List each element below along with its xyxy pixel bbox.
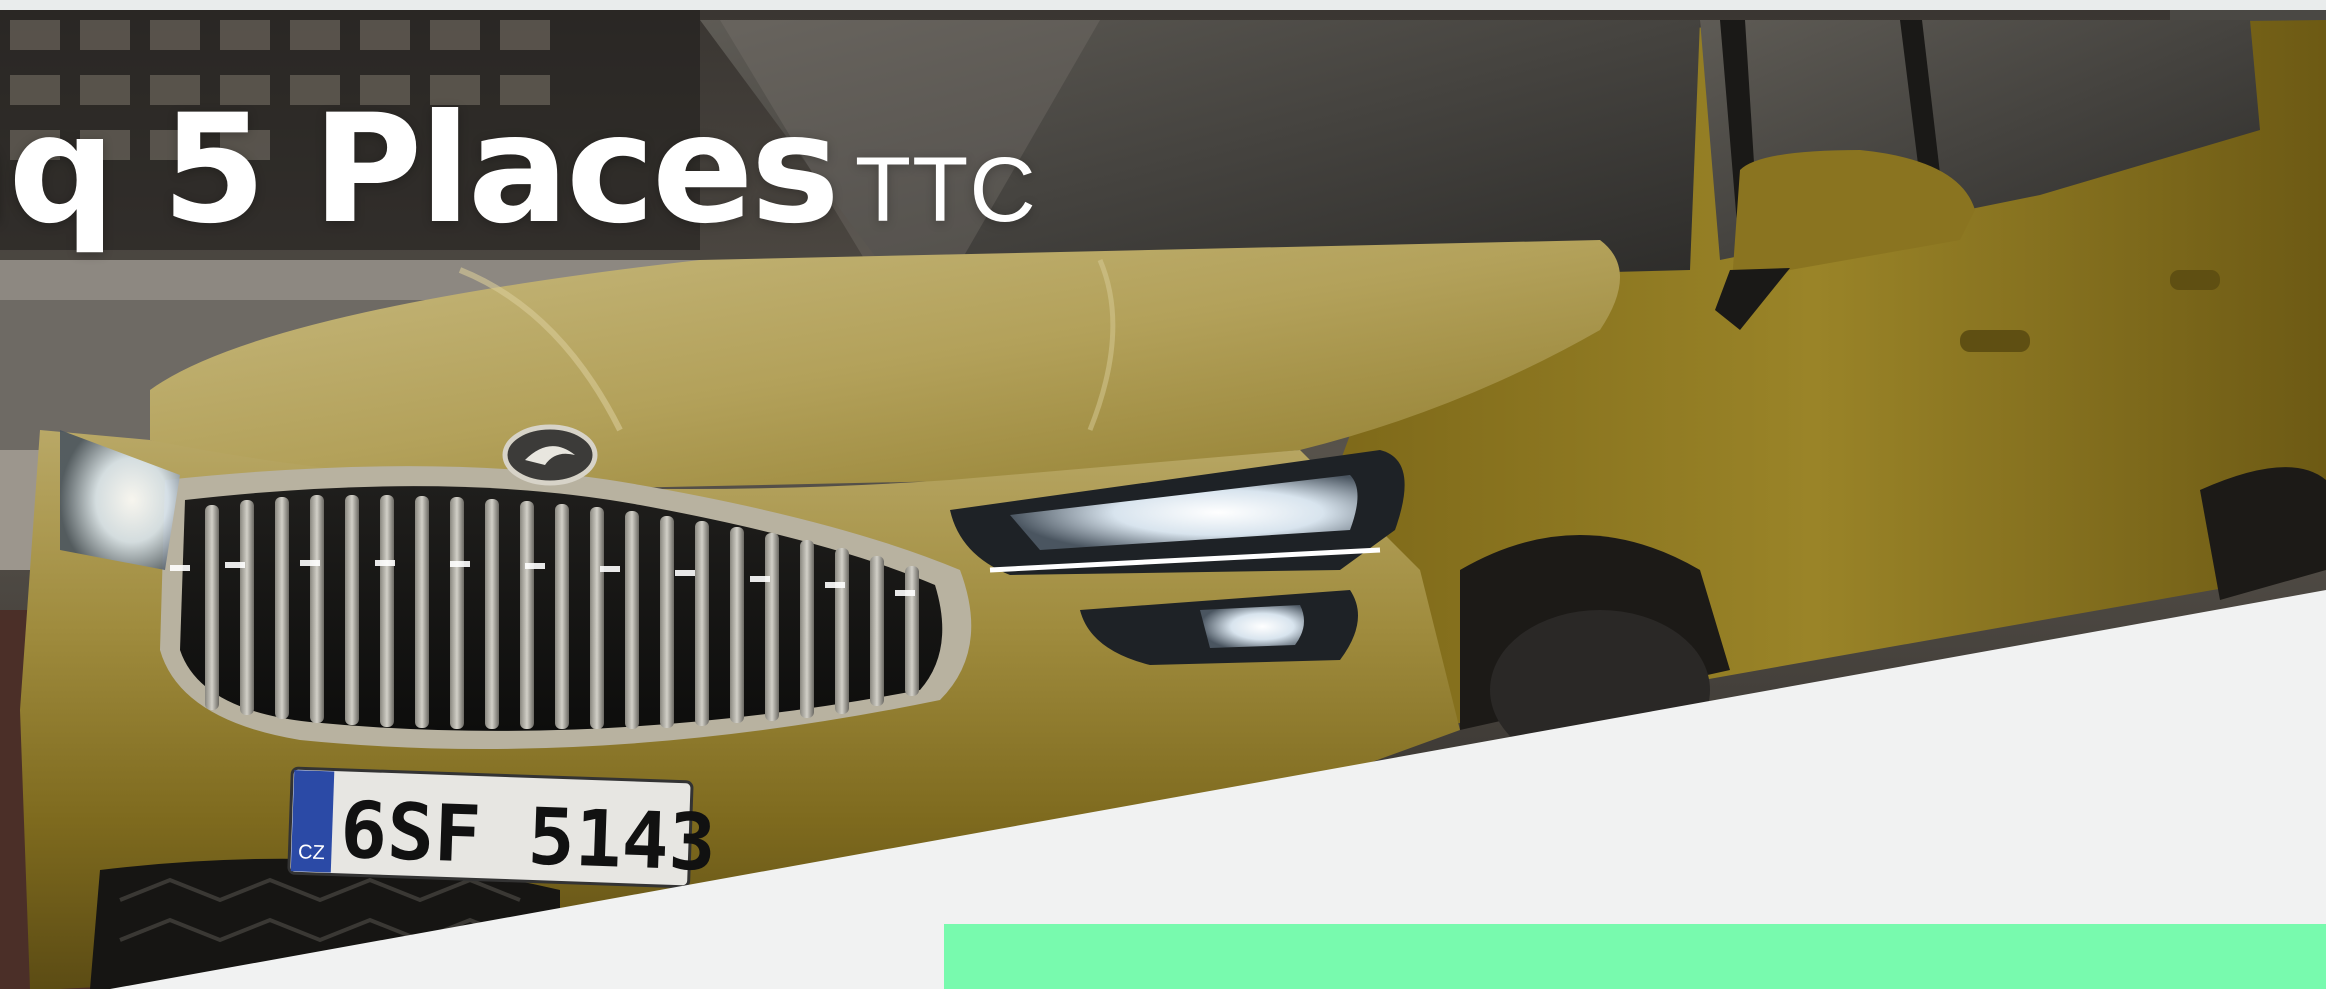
price-suffix: TTC bbox=[854, 139, 1037, 241]
plate-country: CZ bbox=[298, 841, 325, 864]
page-title: aq 5 Places TTC bbox=[0, 95, 1037, 245]
licence-plate: CZ 6SF 5143 bbox=[287, 766, 718, 889]
model-name: aq 5 Places bbox=[0, 83, 840, 257]
skoda-logo-icon bbox=[502, 424, 598, 486]
top-strip bbox=[0, 0, 2326, 10]
hero-banner: CZ 6SF 5143 aq 5 Places TTC bbox=[0, 0, 2326, 989]
plate-number: 6SF 5143 bbox=[339, 786, 718, 889]
cta-bar[interactable] bbox=[944, 924, 2326, 989]
